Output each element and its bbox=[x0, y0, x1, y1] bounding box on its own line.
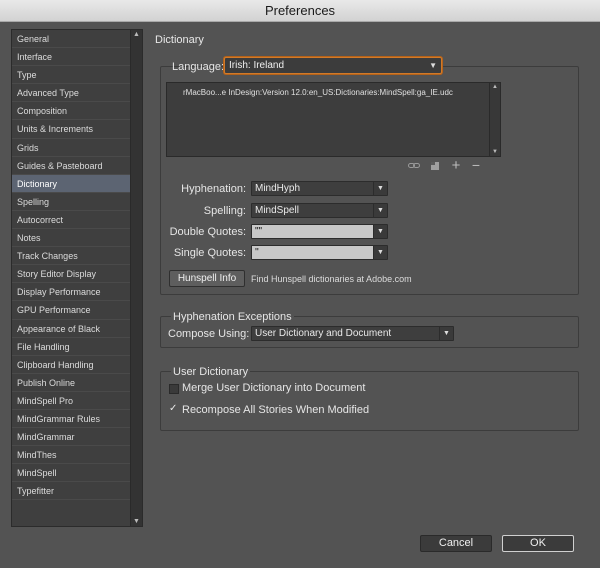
chevron-down-icon: ▼ bbox=[373, 204, 387, 217]
double-quotes-label: Double Quotes: bbox=[169, 226, 246, 238]
sidebar-item-general[interactable]: General bbox=[12, 30, 132, 49]
sidebar-item-mindthes[interactable]: MindThes bbox=[12, 446, 132, 465]
cancel-button[interactable]: Cancel bbox=[420, 535, 492, 552]
scroll-down-icon[interactable]: ▼ bbox=[492, 149, 498, 155]
sidebar-item-units-increments[interactable]: Units & Increments bbox=[12, 120, 132, 139]
compose-using-label: Compose Using: bbox=[168, 328, 250, 340]
spelling-label: Spelling: bbox=[203, 205, 246, 217]
compose-using-select[interactable]: User Dictionary and Document ▼ bbox=[251, 326, 454, 341]
dictionary-list-item[interactable]: rMacBoo...e InDesign:Version 12.0:en_US:… bbox=[183, 88, 453, 97]
sidebar-item-story-editor-display[interactable]: Story Editor Display bbox=[12, 265, 132, 284]
chevron-down-icon[interactable]: ▼ bbox=[373, 246, 387, 259]
sidebar-item-composition[interactable]: Composition bbox=[12, 102, 132, 121]
sidebar-item-appearance-of-black[interactable]: Appearance of Black bbox=[12, 320, 132, 338]
spelling-select[interactable]: MindSpell ▼ bbox=[251, 203, 388, 218]
chevron-down-icon: ▼ bbox=[429, 61, 437, 70]
sidebar-item-notes[interactable]: Notes bbox=[12, 229, 132, 248]
sidebar-item-guides-pasteboard[interactable]: Guides & Pasteboard bbox=[12, 157, 132, 175]
scroll-down-icon[interactable]: ▼ bbox=[133, 518, 140, 525]
add-icon[interactable]: + bbox=[449, 157, 463, 174]
sidebar-item-interface[interactable]: Interface bbox=[12, 48, 132, 67]
chevron-down-icon: ▼ bbox=[439, 327, 453, 340]
window-title: Preferences bbox=[0, 0, 600, 22]
scroll-up-icon[interactable]: ▲ bbox=[133, 31, 140, 38]
hyphenation-label: Hyphenation: bbox=[181, 183, 246, 195]
sidebar-item-publish-online[interactable]: Publish Online bbox=[12, 374, 132, 392]
sidebar-item-mindspell[interactable]: MindSpell bbox=[12, 464, 132, 483]
new-dictionary-icon[interactable] bbox=[428, 160, 442, 174]
hunspell-note: Find Hunspell dictionaries at Adobe.com bbox=[251, 274, 412, 284]
sidebar-item-clipboard-handling[interactable]: Clipboard Handling bbox=[12, 356, 132, 374]
sidebar-item-display-performance[interactable]: Display Performance bbox=[12, 283, 132, 302]
recompose-checkbox-checkmark-icon[interactable]: ✓ bbox=[169, 403, 177, 414]
sidebar-item-mindspell-pro[interactable]: MindSpell Pro bbox=[12, 392, 132, 410]
language-select[interactable]: Irish: Ireland ▼ bbox=[224, 57, 442, 74]
scroll-up-icon[interactable]: ▲ bbox=[492, 84, 498, 90]
sidebar-item-typefitter[interactable]: Typefitter bbox=[12, 482, 132, 501]
compose-using-value: User Dictionary and Document bbox=[255, 328, 392, 339]
single-quotes-combo[interactable]: '' ▼ bbox=[251, 245, 388, 260]
sidebar-item-dictionary[interactable]: Dictionary bbox=[12, 174, 132, 193]
hyphenation-exceptions-title: Hyphenation Exceptions bbox=[171, 311, 294, 323]
hunspell-info-button[interactable]: Hunspell Info bbox=[169, 270, 245, 287]
merge-dictionary-label[interactable]: Merge User Dictionary into Document bbox=[182, 382, 365, 394]
user-dictionary-group bbox=[160, 371, 579, 431]
sidebar-item-grids[interactable]: Grids bbox=[12, 139, 132, 157]
chevron-down-icon: ▼ bbox=[373, 182, 387, 195]
hyphenation-value: MindHyph bbox=[255, 183, 301, 194]
sidebar-item-gpu-performance[interactable]: GPU Performance bbox=[12, 301, 132, 320]
single-quotes-value: '' bbox=[255, 247, 259, 258]
sidebar-scrollbar[interactable]: ▲ ▼ bbox=[130, 30, 142, 526]
sidebar-item-spelling[interactable]: Spelling bbox=[12, 193, 132, 211]
link-icon[interactable] bbox=[407, 160, 421, 174]
ok-button[interactable]: OK bbox=[502, 535, 574, 552]
language-label: Language: bbox=[172, 61, 224, 73]
sidebar: General Interface Type Advanced Type Composi… bbox=[11, 29, 143, 527]
sidebar-item-mindgrammar-rules[interactable]: MindGrammar Rules bbox=[12, 410, 132, 429]
sidebar-item-track-changes[interactable]: Track Changes bbox=[12, 247, 132, 266]
merge-dictionary-checkbox[interactable] bbox=[169, 384, 179, 394]
single-quotes-label: Single Quotes: bbox=[173, 247, 246, 259]
page-title: Dictionary bbox=[155, 34, 204, 46]
double-quotes-combo[interactable]: "" ▼ bbox=[251, 224, 388, 239]
recompose-stories-label[interactable]: Recompose All Stories When Modified bbox=[182, 404, 369, 416]
preferences-window: Preferences General Interface Type Advanced… bbox=[0, 0, 600, 568]
sidebar-item-mindgrammar[interactable]: MindGrammar bbox=[12, 428, 132, 447]
hyphenation-select[interactable]: MindHyph ▼ bbox=[251, 181, 388, 196]
sidebar-item-autocorrect[interactable]: Autocorrect bbox=[12, 211, 132, 230]
user-dictionary-title: User Dictionary bbox=[171, 366, 251, 378]
dictionary-list-scrollbar[interactable]: ▲ ▼ bbox=[489, 83, 500, 156]
language-value: Irish: Ireland bbox=[229, 60, 285, 71]
sidebar-list: General Interface Type Advanced Type Composi… bbox=[12, 30, 132, 501]
remove-icon[interactable]: − bbox=[469, 157, 483, 173]
sidebar-item-file-handling[interactable]: File Handling bbox=[12, 338, 132, 356]
double-quotes-value: "" bbox=[255, 226, 263, 237]
sidebar-item-type[interactable]: Type bbox=[12, 66, 132, 85]
dictionary-list[interactable]: rMacBoo...e InDesign:Version 12.0:en_US:… bbox=[166, 82, 501, 157]
spelling-value: MindSpell bbox=[255, 205, 299, 216]
chevron-down-icon[interactable]: ▼ bbox=[373, 225, 387, 238]
sidebar-item-advanced-type[interactable]: Advanced Type bbox=[12, 84, 132, 103]
